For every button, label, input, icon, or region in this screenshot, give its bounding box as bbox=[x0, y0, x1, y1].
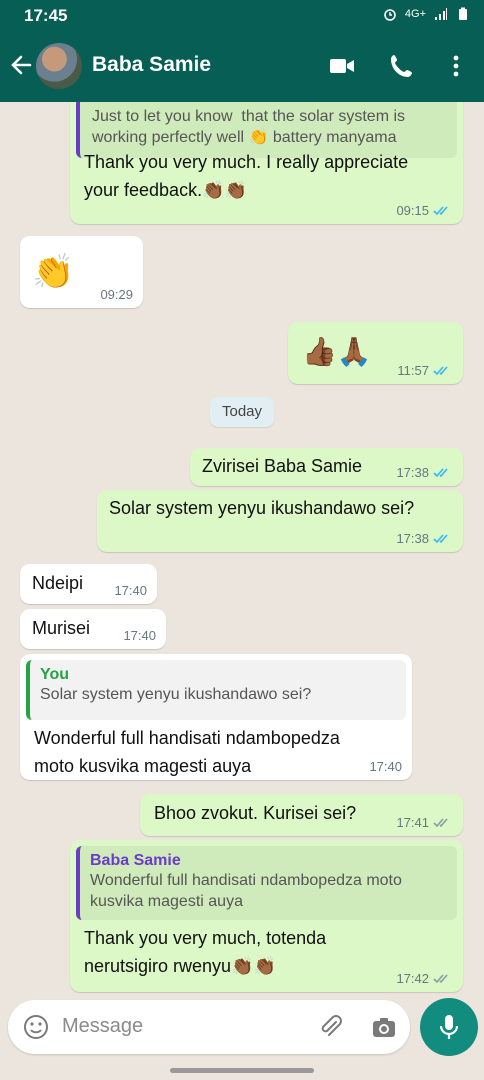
message-meta: 09:15 bbox=[396, 203, 453, 218]
delivered-ticks-icon bbox=[433, 817, 448, 827]
message-bubble-outgoing[interactable]: Bhoo zvokut. Kurisei sei? 17:41 bbox=[140, 794, 463, 836]
message-composer[interactable]: Message bbox=[8, 1000, 410, 1054]
message-meta: 09:29 bbox=[100, 287, 133, 302]
attach-icon[interactable] bbox=[316, 1013, 344, 1041]
status-time: 17:45 bbox=[24, 6, 68, 25]
message-meta: 17:40 bbox=[369, 759, 402, 774]
message-input[interactable]: Message bbox=[62, 1015, 143, 1038]
message-bubble-incoming[interactable]: Ndeipi 17:40 bbox=[20, 564, 157, 604]
chat-header: Baba Samie bbox=[0, 30, 484, 102]
date-divider: Today bbox=[210, 397, 274, 427]
read-ticks-icon bbox=[433, 533, 448, 543]
status-icons: 4G+ bbox=[383, 7, 470, 21]
message-time: 17:41 bbox=[396, 815, 429, 830]
avatar[interactable] bbox=[36, 43, 82, 89]
quoted-author: Baba Samie bbox=[90, 852, 181, 869]
message-meta: 17:38 bbox=[396, 465, 453, 480]
message-time: 17:40 bbox=[369, 759, 402, 774]
read-ticks-icon bbox=[433, 205, 448, 215]
camera-icon[interactable] bbox=[370, 1013, 398, 1041]
signal-icon bbox=[435, 8, 447, 20]
message-text: Zvirisei Baba Samie bbox=[202, 456, 363, 476]
contact-name[interactable]: Baba Samie bbox=[92, 53, 211, 77]
message-bubble-outgoing[interactable]: 👍🏾🙏🏾 11:57 bbox=[288, 322, 463, 384]
message-text: Bhoo zvokut. Kurisei sei? bbox=[154, 803, 357, 823]
message-text: Thank you very much, totenda nerutsigiro… bbox=[84, 928, 327, 976]
message-meta: 17:38 bbox=[396, 531, 453, 546]
status-bar: 17:45 4G+ bbox=[0, 0, 484, 30]
message-time: 17:40 bbox=[114, 583, 147, 598]
delivered-ticks-icon bbox=[433, 973, 448, 983]
read-ticks-icon bbox=[433, 467, 448, 477]
message-meta: 17:42 bbox=[396, 971, 453, 986]
quoted-message[interactable]: You Solar system yenyu ikushandawo sei? bbox=[26, 660, 406, 720]
mic-icon bbox=[439, 1015, 459, 1039]
video-call-icon[interactable] bbox=[328, 52, 356, 80]
mic-button[interactable] bbox=[420, 998, 478, 1056]
voice-call-icon[interactable] bbox=[388, 52, 416, 80]
message-time: 17:40 bbox=[123, 628, 156, 643]
message-time: 11:57 bbox=[397, 363, 429, 378]
message-text: Murisei bbox=[32, 618, 91, 638]
message-time: 17:38 bbox=[396, 531, 429, 546]
message-text: Ndeipi bbox=[32, 573, 84, 593]
back-arrow-icon[interactable] bbox=[8, 52, 34, 78]
battery-icon bbox=[459, 7, 467, 20]
more-options-icon[interactable] bbox=[442, 52, 470, 80]
message-text: Thank you very much. I really appreciate… bbox=[84, 152, 409, 200]
home-indicator[interactable] bbox=[170, 1068, 314, 1073]
message-text: Wonderful full handisati ndambopedza mot… bbox=[34, 728, 340, 776]
quoted-message[interactable]: Baba Samie Wonderful full handisati ndam… bbox=[76, 846, 457, 920]
network-type: 4G+ bbox=[404, 8, 426, 20]
gesture-bar bbox=[0, 1062, 484, 1080]
message-meta: 11:57 bbox=[397, 363, 453, 378]
message-bubble-incoming[interactable]: 👏 09:29 bbox=[20, 236, 143, 308]
message-meta: 17:41 bbox=[396, 815, 453, 830]
message-time: 09:15 bbox=[396, 203, 429, 218]
message-time: 17:42 bbox=[396, 971, 429, 986]
message-meta: 17:40 bbox=[114, 583, 147, 598]
message-text: 👏 bbox=[32, 252, 75, 292]
message-meta: 17:40 bbox=[123, 628, 156, 643]
quoted-author: You bbox=[40, 666, 70, 683]
message-bubble-outgoing[interactable]: Just to let you know that the solar syst… bbox=[70, 102, 463, 224]
message-bubble-outgoing[interactable]: Baba Samie Wonderful full handisati ndam… bbox=[70, 840, 463, 992]
alarm-icon bbox=[384, 9, 396, 21]
message-bubble-incoming[interactable]: You Solar system yenyu ikushandawo sei? … bbox=[20, 654, 412, 780]
message-text: 👍🏾🙏🏾 bbox=[302, 335, 372, 368]
read-ticks-icon bbox=[433, 365, 448, 375]
quoted-text: Just to let you know that the solar syst… bbox=[92, 108, 406, 146]
quoted-text: Wonderful full handisati ndambopedza mot… bbox=[90, 872, 402, 910]
message-bubble-outgoing[interactable]: Solar system yenyu ikushandawo sei? 17:3… bbox=[97, 490, 463, 552]
message-bubble-outgoing[interactable]: Zvirisei Baba Samie 17:38 bbox=[190, 448, 463, 486]
message-list[interactable]: Just to let you know that the solar syst… bbox=[0, 102, 484, 1000]
message-text: Solar system yenyu ikushandawo sei? bbox=[109, 498, 415, 518]
quoted-text: Solar system yenyu ikushandawo sei? bbox=[40, 686, 312, 703]
message-time: 09:29 bbox=[100, 287, 133, 302]
message-time: 17:38 bbox=[396, 465, 429, 480]
emoji-icon[interactable] bbox=[22, 1013, 50, 1041]
message-bubble-incoming[interactable]: Murisei 17:40 bbox=[20, 609, 166, 649]
